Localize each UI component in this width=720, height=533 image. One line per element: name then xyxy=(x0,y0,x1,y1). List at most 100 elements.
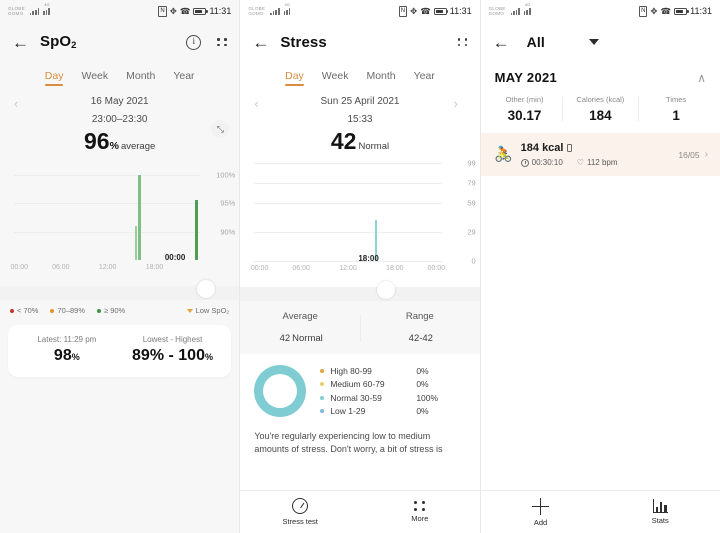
stress-range: Range 42-42 xyxy=(360,311,480,346)
plus-icon xyxy=(531,497,549,515)
bottom-nav: Stress test More xyxy=(240,490,480,533)
nav-add[interactable]: Add xyxy=(481,497,601,527)
tab-year[interactable]: Year xyxy=(414,70,435,86)
expand-icon[interactable]: ⤡ xyxy=(211,120,230,138)
date-navigator: ‹ Sun 25 April 2021 15:33 42 Normal › xyxy=(240,90,479,153)
signal-4g-icon: 4G xyxy=(283,2,293,15)
page-title: SpO2 xyxy=(40,33,77,51)
call-icon: ☎ xyxy=(420,5,431,16)
clock-icon xyxy=(520,158,529,167)
scrubber-handle[interactable] xyxy=(196,280,215,299)
chart-cursor-label: 00:00 xyxy=(164,253,186,263)
bluetooth-icon: ✥ xyxy=(169,5,177,16)
stress-plot-area[interactable]: 99 79 59 29 0 xyxy=(254,159,476,266)
prev-day-button[interactable]: ‹ xyxy=(254,96,266,110)
bluetooth-icon: ✥ xyxy=(410,5,418,16)
lowest-highest-reading: Lowest - Highest 89% - 100% xyxy=(132,335,213,365)
x-axis-tick: 12:00 xyxy=(98,264,117,272)
distribution-value: 0% xyxy=(416,379,429,390)
x-axis-tick: 12:00 xyxy=(339,265,357,273)
legend-item: ≥ 90% xyxy=(97,306,125,315)
status-time: 11:31 xyxy=(690,6,712,16)
battery-icon xyxy=(193,7,208,15)
date-navigator: ‹ 16 May 2021 23:00–23:30 96%average › ⤡ xyxy=(0,90,239,153)
spo2-plot-area[interactable]: 100% 95% 90% xyxy=(14,169,235,261)
spo2-chart: 100% 95% 90% 00:00 06:00 12:00 18:00 00:00 xyxy=(0,163,239,278)
legend-item: Low SpO₂ xyxy=(186,306,229,315)
signal-icon xyxy=(29,7,40,15)
back-icon[interactable]: ← xyxy=(12,34,32,51)
month-label: MAY 2021 xyxy=(494,70,558,85)
distribution-value: 0% xyxy=(416,406,429,417)
distribution-value: 100% xyxy=(416,392,439,403)
workout-list-item[interactable]: 🚴 184 kcal 00:30:10 ♡ 112 bpm 16/05 › xyxy=(480,133,720,176)
stat-calories: Calories (kcal) 184 xyxy=(562,95,638,123)
x-axis-tick: 06:00 xyxy=(52,264,70,272)
spo2-average-value: 96% average xyxy=(84,128,156,154)
x-axis-tick: 18:00 xyxy=(386,265,404,273)
period-tabs: Day Week Month Year xyxy=(0,62,239,90)
grid-line xyxy=(254,202,442,204)
signal-icon xyxy=(510,7,520,15)
distribution-label: Normal 30-59 xyxy=(330,392,382,403)
nav-stress-test[interactable]: Stress test xyxy=(240,498,360,526)
heart-icon: ♡ xyxy=(576,157,584,167)
legend-label: ≥ 90% xyxy=(104,306,126,316)
x-axis-tick: 00:00 xyxy=(427,265,446,273)
workout-figure-icon: 🚴 xyxy=(494,146,513,163)
tab-month[interactable]: Month xyxy=(126,70,155,86)
status-time: 11:31 xyxy=(449,6,472,16)
distribution-row: Medium 60-79 0% xyxy=(320,379,465,389)
stat-times: Times 1 xyxy=(638,95,714,123)
nav-more[interactable]: More xyxy=(360,501,480,523)
status-time: 11:31 xyxy=(209,6,232,16)
status-bar: GLOBE GOMO 4G N ✥ ☎ 11:31 xyxy=(0,0,239,22)
more-options-icon[interactable] xyxy=(457,37,468,47)
nav-stats[interactable]: Stats xyxy=(600,499,720,525)
distribution-row: Normal 30-59 100% xyxy=(320,393,465,403)
workout-duration: 00:30:10 xyxy=(520,158,563,167)
stat-other-minutes: Other (min) 30.17 xyxy=(505,95,544,123)
stress-chart: 99 79 59 29 0 00:00 06:00 12:00 18:00 00:00 18:00 xyxy=(240,157,479,279)
selected-time: 15:33 xyxy=(347,114,373,125)
carrier-label: GLOBE GOMO xyxy=(488,5,506,16)
distribution-label: Medium 60-79 xyxy=(330,379,385,390)
scrubber-handle[interactable] xyxy=(377,281,396,300)
workout-date: 16/05 xyxy=(678,149,700,160)
tab-day[interactable]: Day xyxy=(285,70,304,86)
selected-time-range: 23:00–23:30 xyxy=(91,114,148,125)
status-bar: GLOBE GOMO 4G N ✥ ☎ 11:31 xyxy=(481,0,720,22)
stress-summary: Average 42 Normal Range 42-42 xyxy=(240,301,479,352)
tab-month[interactable]: Month xyxy=(366,70,395,86)
distribution-marker xyxy=(320,382,325,387)
back-icon[interactable]: ← xyxy=(252,34,272,51)
grid-line xyxy=(254,163,442,165)
grid-line xyxy=(254,182,442,184)
phone-icon xyxy=(567,144,572,152)
y-axis-tick: 59 xyxy=(467,198,476,208)
gauge-icon xyxy=(292,498,309,514)
collapse-icon[interactable]: ∧ xyxy=(697,72,706,84)
stress-scrubber[interactable] xyxy=(240,279,480,302)
month-header[interactable]: MAY 2021 ∧ xyxy=(481,62,720,85)
y-axis-tick: 79 xyxy=(467,178,476,188)
bottom-nav: Add Stats xyxy=(480,490,720,533)
tab-day[interactable]: Day xyxy=(44,70,63,86)
distribution-value: 0% xyxy=(416,365,429,376)
spo2-scrubber[interactable] xyxy=(0,278,240,301)
tab-week[interactable]: Week xyxy=(322,70,349,86)
tab-week[interactable]: Week xyxy=(81,70,108,86)
back-icon[interactable]: ← xyxy=(493,34,513,51)
more-options-icon[interactable] xyxy=(217,37,227,47)
tab-year[interactable]: Year xyxy=(173,70,194,86)
spo2-x-axis: 00:00 06:00 12:00 18:00 00:00 xyxy=(10,253,201,276)
info-icon[interactable]: i xyxy=(186,34,202,50)
chevron-right-icon[interactable]: › xyxy=(705,149,708,160)
call-icon: ☎ xyxy=(179,5,191,16)
chevron-down-icon[interactable] xyxy=(588,39,599,45)
prev-day-button[interactable]: ‹ xyxy=(14,96,26,110)
more-dots-icon xyxy=(414,501,426,511)
next-day-button[interactable]: › xyxy=(454,96,466,110)
battery-icon xyxy=(674,7,689,15)
chart-bar xyxy=(194,200,198,261)
